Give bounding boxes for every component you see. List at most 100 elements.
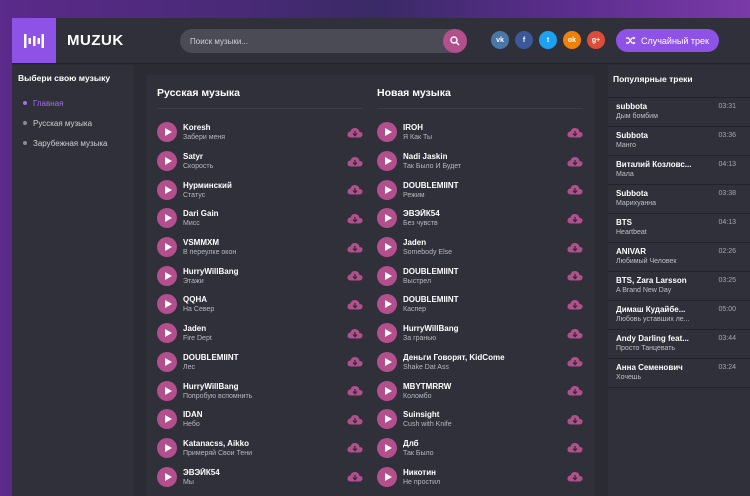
track-info[interactable]: QQHA На Север: [183, 295, 347, 313]
download-icon[interactable]: [567, 241, 583, 254]
popular-track[interactable]: ANIVAR Любимый Человек 02:26: [608, 243, 750, 272]
play-button[interactable]: [157, 122, 177, 143]
search-button[interactable]: [443, 29, 467, 53]
google-plus-icon[interactable]: g+: [587, 31, 605, 49]
download-icon[interactable]: [567, 155, 583, 168]
play-button[interactable]: [377, 323, 397, 344]
download-icon[interactable]: [347, 441, 363, 454]
popular-track[interactable]: Andy Darling feat... Просто Танцевать 03:4…: [608, 330, 750, 359]
download-icon[interactable]: [347, 241, 363, 254]
download-icon[interactable]: [347, 183, 363, 196]
track-info[interactable]: Jaden Somebody Else: [403, 238, 567, 256]
play-button[interactable]: [157, 294, 177, 315]
download-icon[interactable]: [347, 384, 363, 397]
play-button[interactable]: [377, 237, 397, 258]
play-button[interactable]: [157, 323, 177, 344]
download-icon[interactable]: [567, 327, 583, 340]
track-info[interactable]: Длб Так Было: [403, 439, 567, 457]
play-button[interactable]: [377, 380, 397, 401]
download-icon[interactable]: [347, 298, 363, 311]
track-info[interactable]: HurryWillBang Этажи: [183, 267, 347, 285]
facebook-icon[interactable]: f: [515, 31, 533, 49]
odnoklassniki-icon[interactable]: ok: [563, 31, 581, 49]
track-info[interactable]: Nadi Jaskin Так Было И Будет: [403, 152, 567, 170]
twitter-icon[interactable]: t: [539, 31, 557, 49]
sidebar-item-home[interactable]: Главная: [18, 93, 128, 113]
track-info[interactable]: MBYTMRRW Коломбо: [403, 382, 567, 400]
track-info[interactable]: ЭВЭЙК54 Без чувств: [403, 209, 567, 227]
play-button[interactable]: [377, 151, 397, 172]
play-button[interactable]: [377, 437, 397, 458]
brand-name[interactable]: MUZUK: [67, 32, 124, 49]
track-info[interactable]: Никотин Не простил: [403, 468, 567, 486]
download-icon[interactable]: [567, 441, 583, 454]
popular-track[interactable]: Анна Семенович Хочешь 03:24: [608, 359, 750, 388]
track-info[interactable]: Jaden Fire Dept: [183, 324, 347, 342]
download-icon[interactable]: [567, 355, 583, 368]
download-icon[interactable]: [567, 126, 583, 139]
download-icon[interactable]: [567, 470, 583, 483]
play-button[interactable]: [377, 294, 397, 315]
track-info[interactable]: IROH Я Как Ты: [403, 123, 567, 141]
play-button[interactable]: [157, 208, 177, 229]
popular-track[interactable]: Димаш Кудайбе... Любовь уставших ле... 05:…: [608, 301, 750, 330]
download-icon[interactable]: [347, 126, 363, 139]
track-info[interactable]: Dari Gain Мисс: [183, 209, 347, 227]
play-button[interactable]: [157, 466, 177, 487]
download-icon[interactable]: [567, 298, 583, 311]
play-button[interactable]: [377, 265, 397, 286]
download-icon[interactable]: [567, 413, 583, 426]
track-info[interactable]: Деньги Говорят, KidCome Shake Dat Ass: [403, 353, 567, 371]
play-button[interactable]: [157, 237, 177, 258]
track-info[interactable]: DOUBLEMIINT Каспер: [403, 295, 567, 313]
download-icon[interactable]: [347, 269, 363, 282]
play-button[interactable]: [157, 351, 177, 372]
track-info[interactable]: Нурминский Статус: [183, 181, 347, 199]
track-info[interactable]: DOUBLEMIINT Выстрел: [403, 267, 567, 285]
track-info[interactable]: Suinsight Cush with Knife: [403, 410, 567, 428]
track-info[interactable]: Koresh Забери меня: [183, 123, 347, 141]
sidebar-item-foreign[interactable]: Зарубежная музыка: [18, 133, 128, 153]
track-info[interactable]: DOUBLEMIINT Лес: [183, 353, 347, 371]
track-info[interactable]: HurryWillBang За гранью: [403, 324, 567, 342]
play-button[interactable]: [157, 437, 177, 458]
search-input[interactable]: [190, 29, 440, 53]
play-button[interactable]: [157, 265, 177, 286]
logo[interactable]: [12, 18, 56, 63]
download-icon[interactable]: [347, 470, 363, 483]
download-icon[interactable]: [347, 155, 363, 168]
play-button[interactable]: [377, 179, 397, 200]
popular-track[interactable]: subbota Дым бомбим 03:31: [608, 98, 750, 127]
download-icon[interactable]: [347, 327, 363, 340]
play-button[interactable]: [157, 151, 177, 172]
popular-track[interactable]: Виталий Козловс... Мала 04:13: [608, 156, 750, 185]
download-icon[interactable]: [347, 355, 363, 368]
play-button[interactable]: [377, 409, 397, 430]
popular-track[interactable]: BTS Heartbeat 04:13: [608, 214, 750, 243]
vk-icon[interactable]: vk: [491, 31, 509, 49]
popular-track[interactable]: BTS, Zara Larsson A Brand New Day 03:25: [608, 272, 750, 301]
play-button[interactable]: [157, 380, 177, 401]
track-info[interactable]: ЭВЭЙК54 Мы: [183, 468, 347, 486]
play-button[interactable]: [377, 351, 397, 372]
track-info[interactable]: Satyr Скорость: [183, 152, 347, 170]
popular-track[interactable]: Subbota Манго 03:36: [608, 127, 750, 156]
track-info[interactable]: DOUBLEMIINT Режим: [403, 181, 567, 199]
track-info[interactable]: VSMMXM В переулке окон: [183, 238, 347, 256]
download-icon[interactable]: [347, 212, 363, 225]
track-info[interactable]: IDAN Небо: [183, 410, 347, 428]
download-icon[interactable]: [567, 384, 583, 397]
play-button[interactable]: [157, 409, 177, 430]
play-button[interactable]: [157, 179, 177, 200]
track-info[interactable]: Katanacss, Aikko Примеряй Свои Тени: [183, 439, 347, 457]
download-icon[interactable]: [567, 183, 583, 196]
download-icon[interactable]: [567, 212, 583, 225]
download-icon[interactable]: [347, 413, 363, 426]
download-icon[interactable]: [567, 269, 583, 282]
sidebar-item-russian[interactable]: Русская музыка: [18, 113, 128, 133]
popular-track[interactable]: Subbota Марихуанна 03:38: [608, 185, 750, 214]
play-button[interactable]: [377, 208, 397, 229]
play-button[interactable]: [377, 466, 397, 487]
random-track-button[interactable]: Случайный трек: [616, 29, 719, 52]
track-info[interactable]: HurryWillBang Попробую вспомнить: [183, 382, 347, 400]
